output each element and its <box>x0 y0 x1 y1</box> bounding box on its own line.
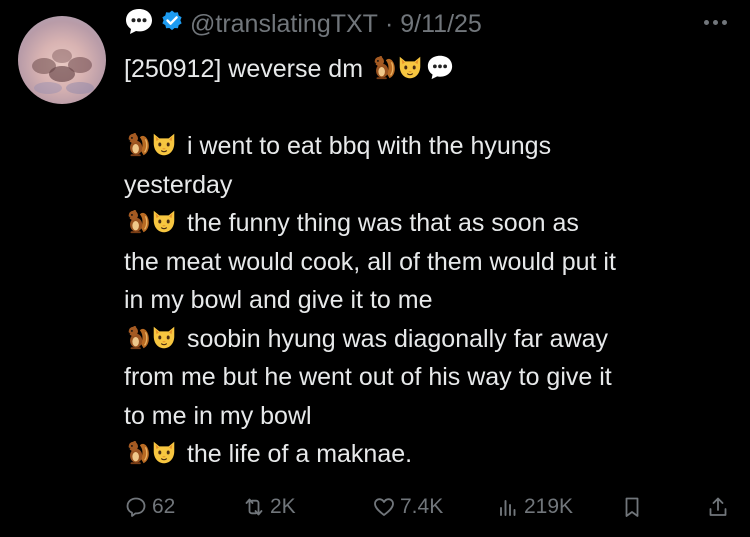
speaker-emoji <box>124 132 180 160</box>
separator: · <box>384 9 394 38</box>
repost-button[interactable]: 2K <box>242 490 296 524</box>
tweet-line-text: the life of a maknae. <box>186 440 413 468</box>
cat-face-emoji <box>153 441 175 464</box>
tweet-line: i went to eat bbq with the hyungs <box>124 127 734 166</box>
tweet-line: soobin hyung was diagonally far away <box>124 320 734 359</box>
chipmunk-emoji <box>128 209 149 234</box>
speaker-emoji <box>124 209 180 237</box>
chipmunk-emoji <box>128 132 149 157</box>
like-button[interactable]: 7.4K <box>372 490 443 524</box>
views-button[interactable]: 219K <box>496 490 573 524</box>
cat-face-emoji <box>153 133 175 156</box>
author-handle[interactable]: @translatingTXT <box>190 10 378 39</box>
reply-count: 62 <box>152 495 176 518</box>
repost-icon <box>245 498 263 516</box>
chipmunk-emoji <box>374 55 395 80</box>
speaker-emoji <box>124 325 180 353</box>
tweet-line: the meat would cook, all of them would p… <box>124 247 616 276</box>
view-count: 219K <box>524 495 574 518</box>
repost-count: 2K <box>270 495 296 518</box>
reply-icon <box>126 497 146 517</box>
action-bar: 62 2K 7.4K 219K <box>124 490 734 524</box>
bar-chart-icon <box>500 500 516 516</box>
heart-icon <box>374 498 394 516</box>
bookmark-button[interactable] <box>620 490 644 524</box>
speaker-emoji <box>124 440 180 468</box>
post-date[interactable]: 9/11/25 <box>400 10 482 39</box>
tweet-header: @translatingTXT · 9/11/25 <box>124 6 482 42</box>
tweet-line: from me but he went out of his way to gi… <box>124 363 612 391</box>
tweet-line: yesterday <box>124 170 233 199</box>
chipmunk-emoji <box>128 440 149 465</box>
tweet-title-line: [250912] weverse dm <box>124 50 734 89</box>
speech-bubble-icon <box>124 6 154 43</box>
tweet-line: to me in my bowl <box>124 401 312 430</box>
speech-bubble-icon <box>427 55 453 80</box>
speaker-emoji <box>370 55 426 83</box>
bookmark-icon <box>625 497 639 517</box>
tweet-line: in my bowl and give it to me <box>124 286 433 314</box>
more-options-icon[interactable] <box>700 12 730 32</box>
share-button[interactable] <box>706 490 730 524</box>
tweet-line-text: i went to eat bbq with the hyungs <box>186 132 552 160</box>
tweet-line: the life of a maknae. <box>124 435 734 474</box>
avatar[interactable] <box>18 16 106 104</box>
reply-button[interactable]: 62 <box>124 490 175 524</box>
cat-face-emoji <box>153 326 175 348</box>
tweet-title: [250912] weverse dm <box>124 55 364 83</box>
tweet-line-text: soobin hyung was diagonally far away <box>186 324 609 353</box>
verified-badge-icon <box>160 9 184 40</box>
tweet-line: the funny thing was that as soon as <box>124 204 734 243</box>
share-icon <box>709 497 727 516</box>
chipmunk-emoji <box>128 325 149 349</box>
tweet-line-text: the funny thing was that as soon as <box>186 209 579 237</box>
cat-face-emoji <box>153 210 175 233</box>
like-count: 7.4K <box>400 495 444 518</box>
tweet-body: [250912] weverse dm i went to eat bbq wi… <box>124 50 734 474</box>
cat-face-emoji <box>399 56 421 79</box>
